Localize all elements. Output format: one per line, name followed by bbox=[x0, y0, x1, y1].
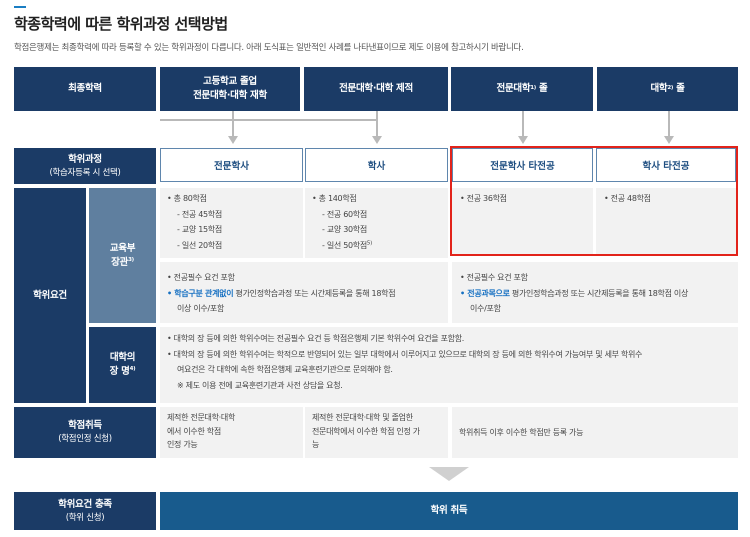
university-head-label-line2-text: 장 명 bbox=[109, 366, 130, 377]
note-line: 여요건은 각 대학에 속한 학점은행제 교육훈련기관으로 문의해야 함. bbox=[177, 365, 393, 375]
tab-associate-degree[interactable]: 전문학사 bbox=[160, 148, 303, 182]
degree-course-label-line2: (학습자등록 시 선택) bbox=[49, 167, 121, 178]
note-line: • 학습구분 관계없이 평가인정학습과정 또는 시간제등록을 통해 18학점 bbox=[167, 286, 448, 302]
notes-right-cell: • 전공필수 요건 포함 • 전공과목으로 평가인정학습과정 또는 시간제등록을… bbox=[452, 262, 738, 323]
connector-line bbox=[522, 111, 524, 137]
ministry-label-sup: 3) bbox=[128, 256, 134, 263]
header-col-college-grad-text: 전문대학 bbox=[496, 83, 531, 95]
university-head-label-line1: 대학의 bbox=[109, 352, 136, 364]
note-line: • 전공필수 요건 포함 bbox=[460, 273, 528, 282]
note-line: • 대학의 장 등에 의한 학위수여는 학적으로 반영되어 있는 일부 대학에서… bbox=[167, 349, 643, 359]
university-head-label: 대학의 장 명4) bbox=[89, 327, 156, 403]
title-accent-bar bbox=[14, 6, 26, 8]
header-col-college-grad: 전문대학 1) 졸 bbox=[451, 67, 593, 111]
credit-text-line: 에서 이수한 학점 bbox=[167, 426, 221, 436]
final-education-label: 최종학력 bbox=[14, 67, 156, 111]
university-head-notes-cell: • 대학의 장 등에 의한 학위수여는 전공필수 요건 등 학점은행제 기본 학… bbox=[160, 327, 738, 403]
note-line: ※ 제도 이용 전에 교육훈련기관과 사전 상담을 요청. bbox=[177, 380, 343, 390]
header-col-university-grad: 대학 2) 졸 bbox=[597, 67, 738, 111]
arrow-down-icon bbox=[664, 136, 674, 144]
ministry-label-line2-text: 장관 bbox=[111, 256, 129, 268]
credit-line-text: - 일선 50학점 bbox=[322, 240, 367, 250]
credit-line: - 교양 30학점 bbox=[322, 225, 367, 235]
degree-course-label-line1: 학위과정 bbox=[68, 153, 102, 165]
note-text: 평가인정학습과정 또는 시간제등록을 통해 18학점 bbox=[233, 288, 396, 298]
credit-text-line: 전문대학에서 이수한 학점 인정 가 bbox=[312, 426, 420, 436]
header-col-university-grad-suffix: 졸 bbox=[673, 83, 685, 95]
tab-bachelor-degree[interactable]: 학사 bbox=[305, 148, 448, 182]
credit-text-line: 제적한 전문대학·대학 bbox=[167, 413, 236, 422]
degree-requirements-met-label: 학위요건 충족 (학위 신청) bbox=[14, 492, 156, 530]
credit-acquisition-cell-2: 제적한 전문대학·대학 및 졸업한 전문대학에서 이수한 학점 인정 가 능 bbox=[305, 407, 448, 458]
credit-sup: 5) bbox=[366, 240, 372, 247]
ministry-label-line2: 장관3) bbox=[111, 256, 134, 270]
note-text: 평가인정학습과정 또는 시간제등록을 통해 18학점 이상 bbox=[509, 288, 689, 298]
credit-text-line: 인정 가능 bbox=[167, 440, 198, 450]
credit-line: - 전공 45학점 bbox=[177, 209, 222, 219]
arrow-down-icon bbox=[228, 136, 238, 144]
ministry-label: 교육부 장관3) bbox=[89, 188, 156, 323]
bachelor-credits-cell: • 총 140학점 - 전공 60학점 - 교양 30학점 - 일선 50학점5… bbox=[305, 188, 448, 258]
credit-line: • 총 140학점 bbox=[312, 194, 357, 203]
degree-requirements-label: 학위요건 bbox=[14, 188, 86, 403]
degree-requirements-met-label-line2: (학위 신청) bbox=[65, 512, 105, 523]
note-line: • 전공과목으로 평가인정학습과정 또는 시간제등록을 통해 18학점 이상 bbox=[460, 286, 738, 302]
credit-text-line: 제적한 전문대학·대학 및 졸업한 bbox=[312, 413, 413, 422]
associate-credits-cell: • 총 80학점 - 전공 45학점 - 교양 15학점 - 일선 20학점 bbox=[160, 188, 303, 258]
arrow-down-icon bbox=[372, 136, 382, 144]
page-title: 학종학력에 따른 학위과정 선택방법 bbox=[14, 15, 228, 33]
note-line: 이상 이수/포함 bbox=[177, 304, 224, 314]
connector-horizontal-line bbox=[160, 119, 378, 121]
credit-line: - 전공 60학점 bbox=[322, 209, 367, 219]
ministry-label-line1: 교육부 bbox=[109, 242, 136, 254]
credit-acquisition-cell-1: 제적한 전문대학·대학 에서 이수한 학점 인정 가능 bbox=[160, 407, 303, 458]
header-col-college-grad-suffix: 졸 bbox=[536, 83, 548, 95]
credit-text-line: 능 bbox=[312, 440, 320, 450]
credit-line: - 교양 15학점 bbox=[177, 225, 222, 235]
header-col-university-grad-text: 대학 bbox=[650, 83, 668, 95]
header-col-highschool-line1: 고등학교 졸업 bbox=[203, 76, 257, 88]
arrow-down-icon bbox=[518, 136, 528, 144]
credit-acquisition-label-line2: (학점인정 신청) bbox=[58, 434, 112, 445]
university-head-label-line2: 장 명4) bbox=[110, 365, 136, 379]
connector-line bbox=[668, 111, 670, 137]
note-line: • 대학의 장 등에 의한 학위수여는 전공필수 요건 등 학점은행제 기본 학… bbox=[167, 334, 465, 343]
note-highlight: • 전공과목으로 bbox=[460, 288, 510, 298]
credit-acquisition-cell-3: 학위취득 이후 이수한 학점만 등록 가능 bbox=[452, 407, 738, 458]
degree-course-label: 학위과정 (학습자등록 시 선택) bbox=[14, 148, 156, 184]
credit-acquisition-label-line1: 학점취득 bbox=[68, 420, 102, 432]
credit-acquisition-label: 학점취득 (학점인정 신청) bbox=[14, 407, 156, 458]
credit-line: - 일선 50학점5) bbox=[312, 238, 448, 254]
connector-line bbox=[376, 111, 378, 137]
credit-line: • 총 80학점 bbox=[167, 194, 207, 203]
note-line: • 전공필수 요건 포함 bbox=[167, 273, 235, 282]
down-arrow-icon bbox=[429, 467, 469, 481]
connector-line bbox=[232, 111, 234, 137]
header-col-highschool-line2: 전문대학·대학 재학 bbox=[193, 90, 267, 101]
note-line: 이수/포함 bbox=[470, 304, 501, 314]
credit-line: - 일선 20학점 bbox=[177, 240, 222, 250]
degree-acquisition-bar: 학위 취득 bbox=[160, 492, 738, 530]
notes-left-cell: • 전공필수 요건 포함 • 학습구분 관계없이 평가인정학습과정 또는 시간제… bbox=[160, 262, 448, 323]
highlight-frame bbox=[450, 146, 738, 256]
note-highlight: • 학습구분 관계없이 bbox=[167, 288, 234, 298]
university-head-sup: 4) bbox=[129, 365, 136, 372]
page-subtitle: 학점은행제는 최종학력에 따라 등록할 수 있는 학위과정이 다릅니다. 아래 … bbox=[14, 43, 524, 53]
header-col-dismissed: 전문대학·대학 제적 bbox=[304, 67, 448, 111]
header-col-highschool: 고등학교 졸업 전문대학·대학 재학 bbox=[160, 67, 300, 111]
degree-requirements-met-label-line1: 학위요건 충족 bbox=[58, 498, 112, 510]
